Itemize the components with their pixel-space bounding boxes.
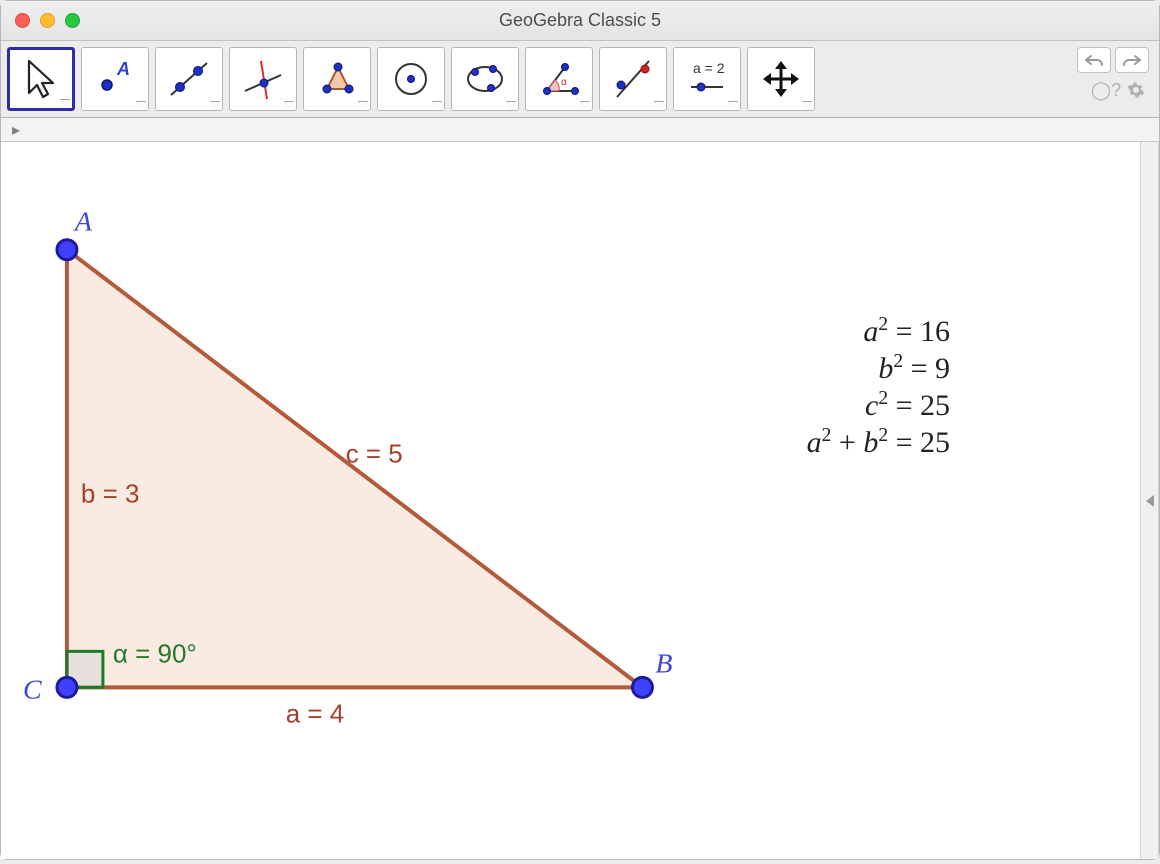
chevron-down-icon: [432, 101, 442, 108]
minimize-window-button[interactable]: [40, 13, 55, 28]
label-B[interactable]: B: [655, 648, 672, 679]
zoom-window-button[interactable]: [65, 13, 80, 28]
tool-circle[interactable]: [377, 47, 445, 111]
view-bar: ▸: [1, 118, 1159, 142]
tool-reflect[interactable]: [599, 47, 667, 111]
polygon-icon: [313, 55, 361, 103]
right-side-panel-toggle[interactable]: [1140, 142, 1158, 859]
point-B[interactable]: [632, 677, 652, 697]
equation-block[interactable]: a2 = 16 b2 = 9 c2 = 25 a2 + b2 = 25: [807, 312, 950, 462]
graphics-view[interactable]: A B C b = 3 c = 5 a = 4 α = 90° a2 = 16 …: [1, 142, 1159, 859]
triangle-left-icon: [1146, 495, 1154, 507]
ellipse-icon: [461, 55, 509, 103]
chevron-down-icon: [136, 101, 146, 108]
expand-algebra-handle[interactable]: ▸: [7, 121, 25, 139]
equation-c2: c2 = 25: [807, 388, 950, 423]
gear-icon: [1127, 81, 1145, 99]
point-icon: A: [91, 55, 139, 103]
label-C[interactable]: C: [23, 674, 42, 705]
window-controls: [15, 13, 80, 28]
label-edge-c[interactable]: c = 5: [346, 439, 403, 469]
equation-b2: b2 = 9: [807, 351, 950, 386]
reflect-icon: [609, 55, 657, 103]
window-title: GeoGebra Classic 5: [1, 10, 1159, 31]
app-window: GeoGebra Classic 5 A: [0, 0, 1160, 860]
chevron-down-icon: [580, 101, 590, 108]
equation-a2: a2 = 16: [807, 314, 950, 349]
tool-polygon[interactable]: [303, 47, 371, 111]
chevron-down-icon: [60, 99, 70, 106]
svg-text:α: α: [561, 77, 567, 88]
undo-button[interactable]: [1077, 47, 1111, 73]
slider-icon: a = 2: [683, 55, 731, 103]
triangle-right-icon: ▸: [12, 120, 20, 140]
svg-text:A: A: [116, 59, 130, 79]
settings-button[interactable]: [1123, 77, 1149, 103]
tool-slider[interactable]: a = 2: [673, 47, 741, 111]
tool-move[interactable]: [7, 47, 75, 111]
tool-move-view[interactable]: [747, 47, 815, 111]
move-view-icon: [757, 55, 805, 103]
point-A[interactable]: [57, 240, 77, 260]
chevron-down-icon: [284, 101, 294, 108]
point-C[interactable]: [57, 677, 77, 697]
tool-point[interactable]: A: [81, 47, 149, 111]
chevron-down-icon: [210, 101, 220, 108]
canvas-svg: A B C b = 3 c = 5 a = 4 α = 90°: [1, 142, 1140, 859]
close-window-button[interactable]: [15, 13, 30, 28]
toolbar-right: ◯?: [1077, 47, 1149, 103]
tool-line[interactable]: [155, 47, 223, 111]
redo-icon: [1123, 53, 1141, 67]
line-icon: [165, 55, 213, 103]
help-button[interactable]: ◯?: [1093, 77, 1119, 103]
chevron-down-icon: [654, 101, 664, 108]
redo-button[interactable]: [1115, 47, 1149, 73]
tool-angle[interactable]: α: [525, 47, 593, 111]
cursor-icon: [17, 55, 65, 103]
chevron-down-icon: [728, 101, 738, 108]
chevron-down-icon: [802, 101, 812, 108]
label-angle-alpha[interactable]: α = 90°: [113, 638, 197, 668]
circle-icon: [387, 55, 435, 103]
undo-icon: [1085, 53, 1103, 67]
titlebar: GeoGebra Classic 5: [1, 1, 1159, 41]
label-edge-a[interactable]: a = 4: [286, 698, 344, 728]
chevron-down-icon: [358, 101, 368, 108]
chevron-down-icon: [506, 101, 516, 108]
perpendicular-icon: [239, 55, 287, 103]
toolbar: A: [1, 41, 1159, 118]
svg-text:a = 2: a = 2: [693, 60, 725, 76]
tool-perpendicular[interactable]: [229, 47, 297, 111]
angle-icon: α: [535, 55, 583, 103]
label-edge-b[interactable]: b = 3: [81, 478, 139, 508]
equation-sum: a2 + b2 = 25: [807, 425, 950, 460]
help-icon: ◯?: [1091, 80, 1121, 101]
label-A[interactable]: A: [73, 207, 93, 238]
tool-conic[interactable]: [451, 47, 519, 111]
canvas[interactable]: A B C b = 3 c = 5 a = 4 α = 90° a2 = 16 …: [1, 142, 1140, 859]
